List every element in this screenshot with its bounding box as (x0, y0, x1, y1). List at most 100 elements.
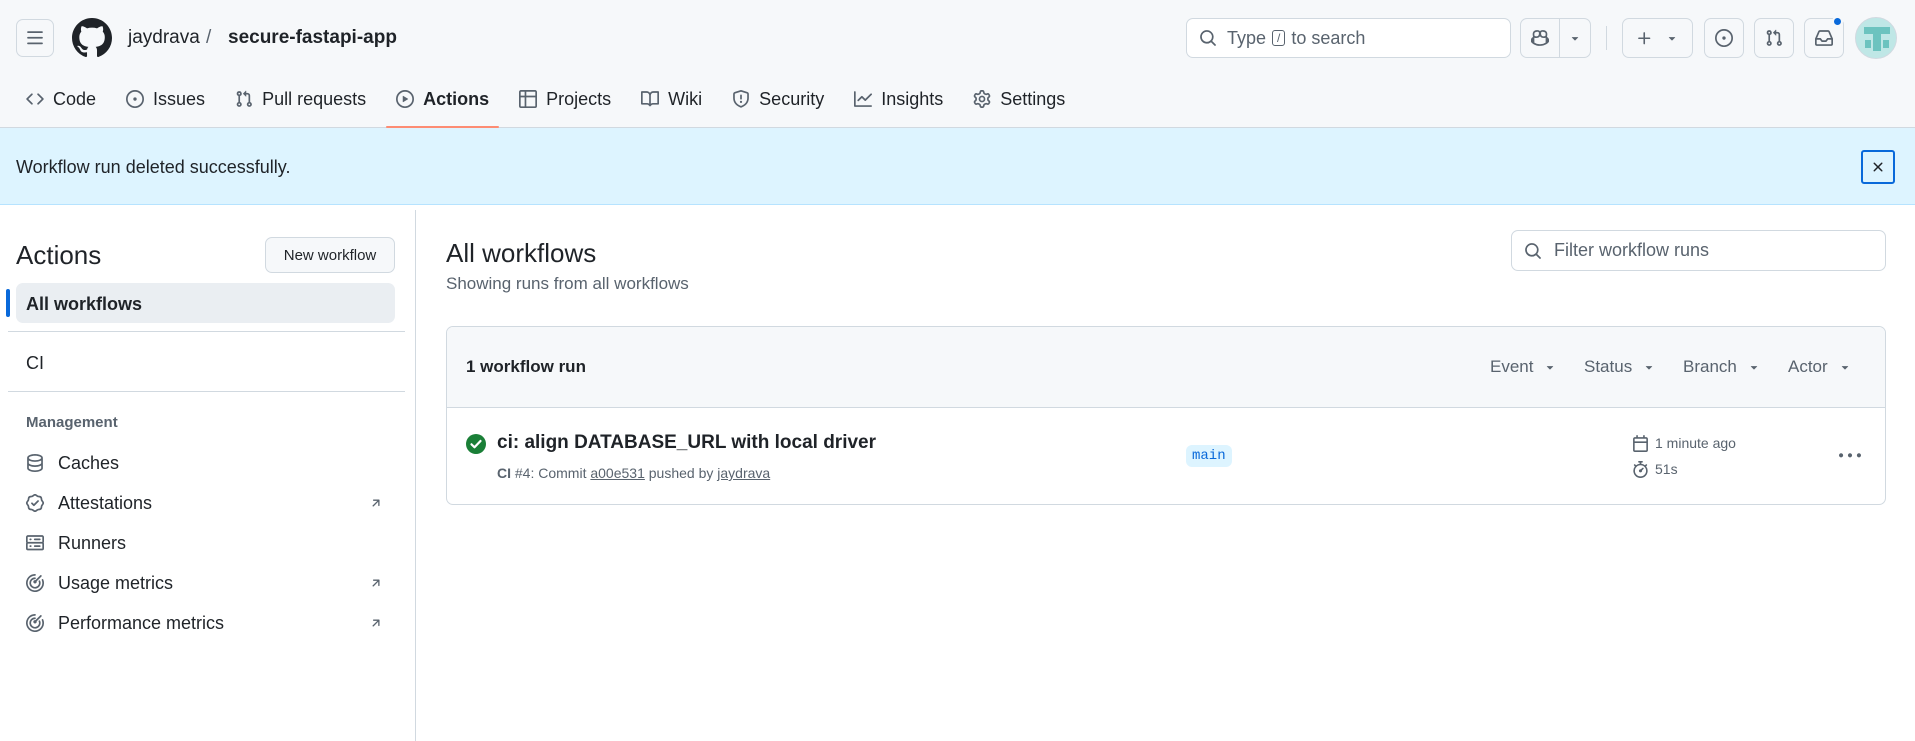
sidebar-divider-line (8, 331, 405, 332)
your-issues-button[interactable] (1704, 18, 1744, 58)
link-external-icon (372, 499, 380, 507)
run-timestamp: 1 minute ago (1632, 435, 1736, 452)
github-logo-icon[interactable] (72, 18, 112, 58)
run-duration: 51s (1632, 461, 1678, 478)
branch-filter-dropdown[interactable]: Branch (1683, 357, 1761, 377)
branch-badge[interactable]: main (1186, 445, 1232, 467)
run-time-ago: 1 minute ago (1655, 435, 1736, 451)
run-title-link[interactable]: ci: align DATABASE_URL with local driver (497, 432, 876, 454)
unread-indicator (1832, 16, 1843, 27)
management-heading: Management (26, 414, 118, 431)
sidebar-item-caches[interactable]: Caches (16, 445, 395, 481)
play-icon (396, 90, 415, 108)
flash-message: Workflow run deleted successfully. (16, 157, 291, 177)
book-icon (641, 91, 660, 107)
selected-indicator (6, 289, 10, 317)
sidebar-item-label: Attestations (58, 492, 153, 513)
tab-security[interactable]: Security (722, 80, 834, 118)
your-pull-requests-button[interactable] (1754, 18, 1794, 58)
create-new-button[interactable] (1622, 18, 1693, 58)
sidebar-item-label: All workflows (26, 294, 143, 314)
status-filter-dropdown[interactable]: Status (1584, 357, 1656, 377)
run-meta: CI #4: Commit a00e531 pushed by jaydrava (497, 465, 770, 482)
sidebar-item-label: Runners (58, 532, 127, 553)
sidebar-item-usage-metrics[interactable]: Usage metrics (16, 565, 395, 601)
global-search-input[interactable]: Type / to search (1186, 18, 1511, 58)
meter-icon (26, 574, 45, 592)
check-circle-icon (466, 434, 486, 454)
run-actions-menu-button[interactable] (1836, 446, 1864, 466)
sidebar-item-label: Caches (58, 452, 120, 473)
triangle-down-icon (1547, 366, 1554, 370)
breadcrumb-separator: / (206, 27, 212, 48)
search-icon (1200, 30, 1216, 46)
tab-label: Insights (881, 88, 944, 109)
search-icon (1525, 242, 1541, 259)
meter-icon (26, 614, 45, 632)
git-pull-request-icon (1766, 29, 1782, 46)
sidebar-item-performance-metrics[interactable]: Performance metrics (16, 605, 395, 641)
tab-settings[interactable]: Settings (963, 80, 1075, 118)
breadcrumb-owner[interactable]: jaydrava (128, 27, 200, 49)
copilot-dropdown[interactable] (1560, 19, 1590, 57)
tab-label: Code (53, 88, 97, 109)
tab-label: Settings (1000, 88, 1066, 109)
tab-issues[interactable]: Issues (116, 80, 215, 118)
code-icon (26, 93, 44, 105)
tab-pull-requests[interactable]: Pull requests (225, 80, 376, 118)
filter-workflow-runs-input[interactable]: Filter workflow runs (1511, 230, 1886, 271)
triangle-down-icon (1572, 37, 1579, 41)
sidebar-divider-line (8, 391, 405, 392)
filter-placeholder: Filter workflow runs (1554, 240, 1710, 260)
stopwatch-icon (1633, 461, 1648, 478)
triangle-down-icon (1668, 37, 1676, 41)
commit-sha-link[interactable]: a00e531 (590, 465, 645, 481)
server-icon (25, 535, 44, 551)
table-icon (519, 90, 538, 108)
tab-label: Projects (546, 88, 612, 109)
menu-button[interactable] (16, 19, 54, 57)
new-workflow-button[interactable]: New workflow (265, 237, 395, 273)
tab-wiki[interactable]: Wiki (631, 80, 712, 118)
run-duration-value: 51s (1655, 461, 1678, 477)
sidebar-item-attestations[interactable]: Attestations (16, 485, 395, 521)
avatar[interactable] (1855, 17, 1897, 59)
inbox-icon (1815, 30, 1833, 46)
issue-opened-icon (126, 90, 145, 108)
copilot-button-group (1520, 18, 1591, 58)
tab-code[interactable]: Code (16, 80, 106, 118)
kebab-horizontal-icon (1839, 453, 1861, 458)
tab-projects[interactable]: Projects (509, 80, 621, 118)
verified-icon (26, 494, 44, 512)
search-suffix: to search (1291, 27, 1366, 48)
tab-label: Security (759, 88, 825, 109)
tab-insights[interactable]: Insights (844, 80, 953, 118)
dismiss-flash-button[interactable] (1861, 150, 1895, 184)
graph-icon (854, 91, 873, 107)
close-icon (1873, 162, 1883, 172)
triangle-down-icon (1646, 366, 1653, 370)
dropdown-label: Branch (1683, 357, 1737, 376)
page-title: All workflows (446, 238, 597, 268)
tab-label: Pull requests (262, 88, 367, 109)
actor-link[interactable]: jaydrava (717, 465, 770, 481)
run-pushed-by: pushed by (648, 465, 714, 481)
breadcrumb-repo[interactable]: secure-fastapi-app (228, 27, 397, 49)
header-divider (1606, 26, 1607, 50)
copilot-button[interactable] (1521, 19, 1561, 57)
tab-actions[interactable]: Actions (386, 80, 500, 128)
dropdown-label: Status (1584, 357, 1633, 376)
dropdown-label: Event (1490, 357, 1534, 376)
sidebar-item-runners[interactable]: Runners (16, 525, 395, 561)
actor-filter-dropdown[interactable]: Actor (1788, 357, 1852, 377)
sidebar-item-label: Usage metrics (58, 572, 174, 593)
plus-icon (1638, 31, 1651, 44)
search-prefix: Type (1227, 27, 1267, 48)
triangle-down-icon (1750, 366, 1758, 370)
link-external-icon (372, 579, 380, 587)
link-external-icon (372, 619, 380, 627)
database-icon (27, 454, 43, 472)
sidebar-divider (415, 210, 416, 741)
event-filter-dropdown[interactable]: Event (1490, 357, 1557, 377)
sidebar-item-ci[interactable]: CI (26, 352, 44, 374)
